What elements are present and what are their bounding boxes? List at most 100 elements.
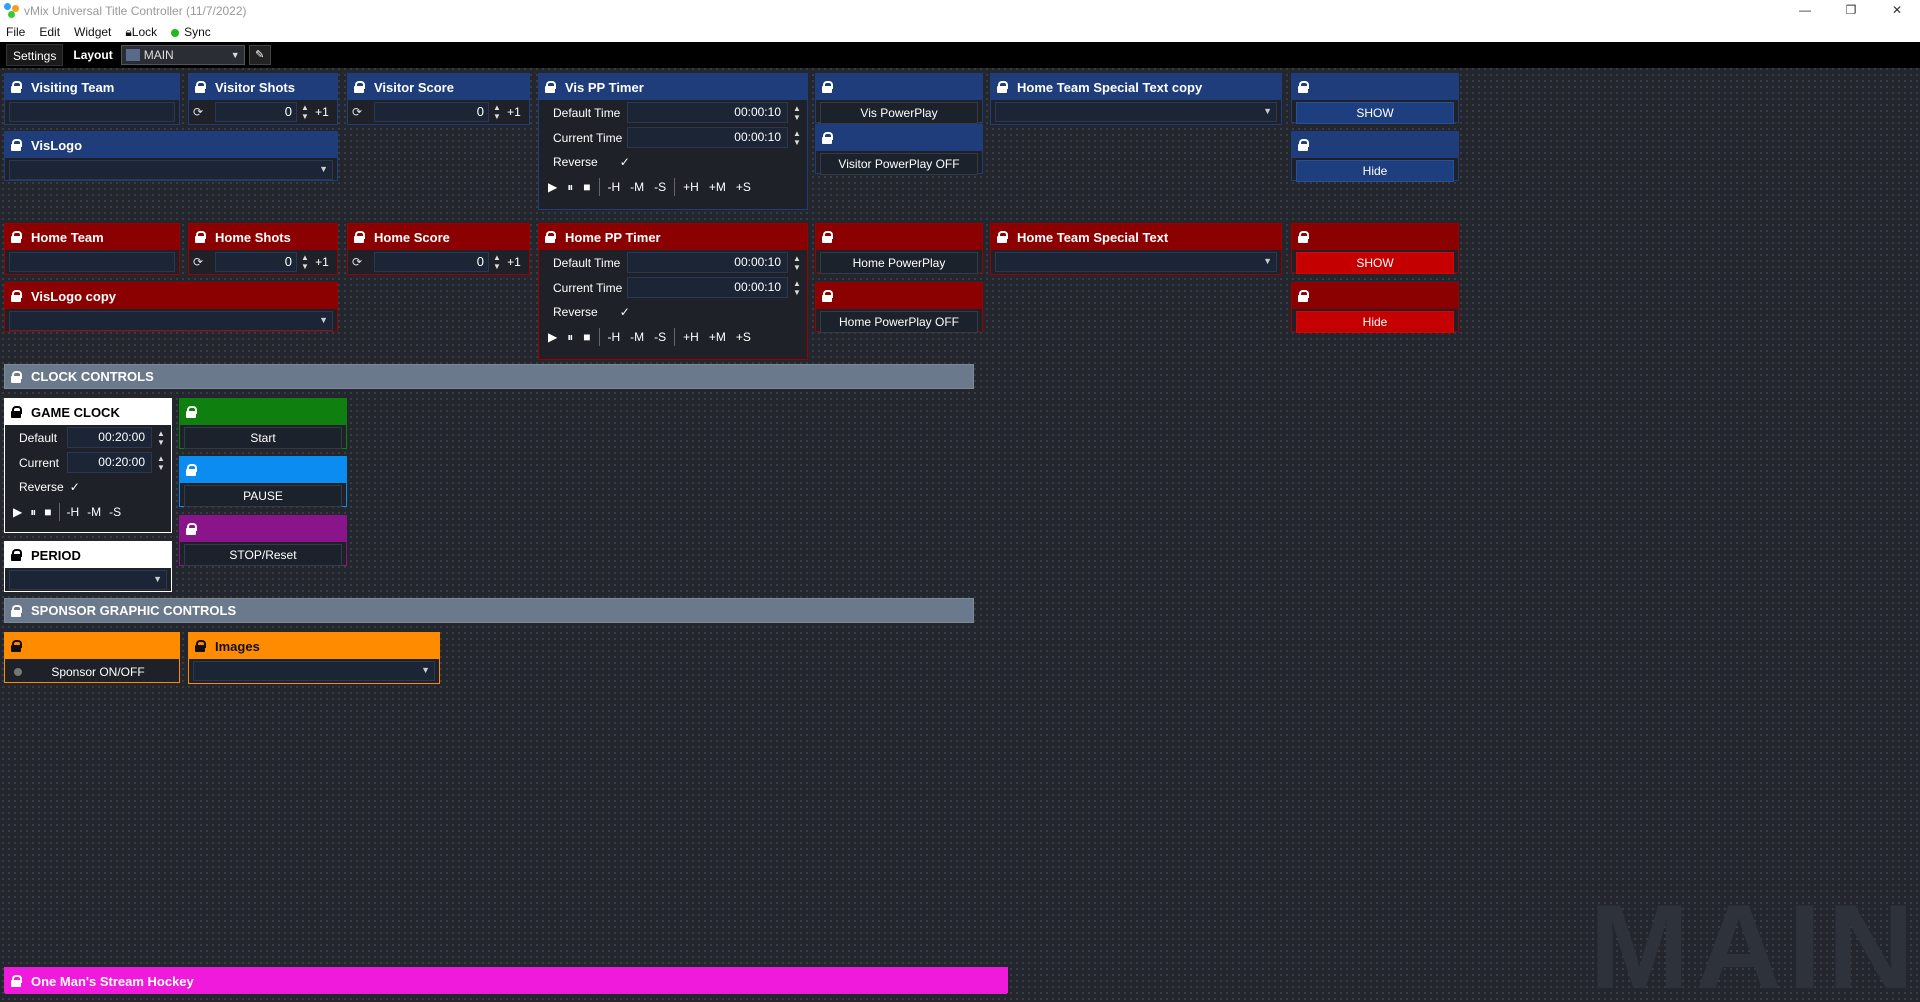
edit-pencil-icon[interactable]: ✎ — [248, 45, 271, 65]
lock-icon[interactable] — [1298, 139, 1309, 151]
spin-updown-icon[interactable]: ▲ ▼ — [155, 429, 167, 447]
hide-button[interactable]: Hide — [1296, 160, 1454, 182]
home-score-value[interactable]: 0 — [374, 252, 489, 272]
spin-updown-icon[interactable]: ▲ ▼ — [299, 253, 311, 271]
menu-sync[interactable]: Sync — [171, 25, 211, 39]
spin-updown-icon[interactable]: ▲ ▼ — [791, 279, 803, 297]
plus-second-button[interactable]: +S — [731, 330, 756, 344]
show-button[interactable]: SHOW — [1296, 252, 1454, 274]
settings-button[interactable]: Settings — [6, 44, 64, 66]
home-powerplay-button[interactable]: Home PowerPlay — [820, 252, 978, 274]
lock-icon[interactable] — [997, 231, 1008, 243]
plus-minute-button[interactable]: +M — [704, 180, 731, 194]
hide-button[interactable]: Hide — [1296, 311, 1454, 333]
lock-icon[interactable] — [195, 231, 206, 243]
current-time-value[interactable]: 00:00:10 — [627, 277, 788, 298]
lock-icon[interactable] — [11, 975, 22, 987]
lock-icon[interactable] — [186, 523, 197, 535]
plus-second-button[interactable]: +S — [731, 180, 756, 194]
minus-hour-button[interactable]: -H — [603, 180, 626, 194]
show-button[interactable]: SHOW — [1296, 102, 1454, 124]
lock-icon[interactable] — [11, 231, 22, 243]
visiting-team-input[interactable] — [9, 102, 175, 122]
spin-updown-icon[interactable]: ▲ ▼ — [791, 129, 803, 147]
lock-icon[interactable] — [822, 231, 833, 243]
lock-icon[interactable] — [1298, 81, 1309, 93]
lock-icon[interactable] — [822, 132, 833, 144]
lock-icon[interactable] — [11, 290, 22, 302]
stop-icon[interactable]: ■ — [40, 505, 55, 519]
lock-icon[interactable] — [1298, 290, 1309, 302]
plus-hour-button[interactable]: +H — [678, 180, 704, 194]
vislogo-copy-select[interactable]: ▼ — [9, 311, 333, 331]
play-icon[interactable]: ▶ — [543, 180, 562, 194]
visitor-score-value[interactable]: 0 — [374, 102, 489, 122]
reverse-checkbox[interactable]: ✓ — [620, 305, 630, 319]
layout-select[interactable]: MAIN ▼ — [120, 45, 245, 65]
lock-icon[interactable] — [997, 81, 1008, 93]
lock-icon[interactable] — [11, 604, 22, 617]
minus-second-button[interactable]: -S — [649, 330, 671, 344]
pause-icon[interactable]: ⏸ — [562, 180, 578, 195]
images-select[interactable]: ▼ — [193, 661, 435, 681]
plus-minute-button[interactable]: +M — [704, 330, 731, 344]
home-team-input[interactable] — [9, 252, 175, 272]
stop-reset-button[interactable]: STOP/Reset — [184, 544, 342, 566]
lock-icon[interactable] — [1298, 231, 1309, 243]
menu-file[interactable]: File — [6, 25, 25, 39]
lock-icon[interactable] — [354, 231, 365, 243]
plus-one-button[interactable]: +1 — [503, 105, 525, 119]
lock-icon[interactable] — [195, 640, 206, 652]
lock-icon[interactable] — [545, 231, 556, 243]
default-value[interactable]: 00:20:00 — [67, 427, 152, 448]
play-icon[interactable]: ▶ — [9, 505, 26, 519]
spin-updown-icon[interactable]: ▲ ▼ — [155, 454, 167, 472]
plus-one-button[interactable]: +1 — [311, 255, 333, 269]
menu-edit[interactable]: Edit — [39, 25, 60, 39]
vislogo-select[interactable]: ▼ — [9, 160, 333, 180]
visitor-powerplay-off-button[interactable]: Visitor PowerPlay OFF — [820, 153, 978, 175]
minus-second-button[interactable]: -S — [105, 505, 125, 519]
sponsor-onoff-button[interactable]: Sponsor ON/OFF — [9, 661, 175, 683]
lock-icon[interactable] — [11, 640, 22, 652]
default-time-value[interactable]: 00:00:10 — [627, 252, 788, 273]
play-icon[interactable]: ▶ — [543, 330, 562, 344]
menu-widget[interactable]: Widget — [74, 25, 111, 39]
start-button[interactable]: Start — [184, 427, 342, 449]
minus-minute-button[interactable]: -M — [625, 330, 649, 344]
restore-button[interactable]: ❐ — [1828, 0, 1874, 22]
minimize-button[interactable]: — — [1782, 0, 1828, 22]
lock-icon[interactable] — [354, 81, 365, 93]
minus-hour-button[interactable]: -H — [603, 330, 626, 344]
spin-updown-icon[interactable]: ▲ ▼ — [491, 103, 503, 121]
pause-icon[interactable]: ⏸ — [26, 505, 40, 520]
lock-icon[interactable] — [195, 81, 206, 93]
spin-updown-icon[interactable]: ▲ ▼ — [491, 253, 503, 271]
plus-one-button[interactable]: +1 — [311, 105, 333, 119]
vis-powerplay-button[interactable]: Vis PowerPlay — [820, 102, 978, 124]
stop-icon[interactable]: ■ — [578, 330, 595, 344]
lock-icon[interactable] — [11, 370, 22, 383]
lock-icon[interactable] — [822, 81, 833, 93]
reset-icon[interactable]: ⟳ — [352, 105, 366, 119]
home-special-copy-select[interactable]: ▼ — [995, 102, 1277, 122]
home-shots-value[interactable]: 0 — [215, 252, 297, 272]
lock-icon[interactable] — [545, 81, 556, 93]
lock-icon[interactable] — [186, 406, 197, 418]
reset-icon[interactable]: ⟳ — [193, 105, 207, 119]
visitor-shots-value[interactable]: 0 — [215, 102, 297, 122]
minus-second-button[interactable]: -S — [649, 180, 671, 194]
plus-one-button[interactable]: +1 — [503, 255, 525, 269]
reverse-checkbox[interactable]: ✓ — [620, 155, 630, 169]
current-time-value[interactable]: 00:00:10 — [627, 127, 788, 148]
stop-icon[interactable]: ■ — [578, 180, 595, 194]
lock-icon[interactable] — [11, 549, 22, 561]
spin-updown-icon[interactable]: ▲ ▼ — [791, 104, 803, 122]
spin-updown-icon[interactable]: ▲ ▼ — [299, 103, 311, 121]
lock-icon[interactable] — [822, 290, 833, 302]
lock-icon[interactable] — [11, 406, 22, 418]
pause-button[interactable]: PAUSE — [184, 485, 342, 507]
spin-updown-icon[interactable]: ▲ ▼ — [791, 254, 803, 272]
period-select[interactable]: ▼ — [9, 570, 167, 590]
plus-hour-button[interactable]: +H — [678, 330, 704, 344]
